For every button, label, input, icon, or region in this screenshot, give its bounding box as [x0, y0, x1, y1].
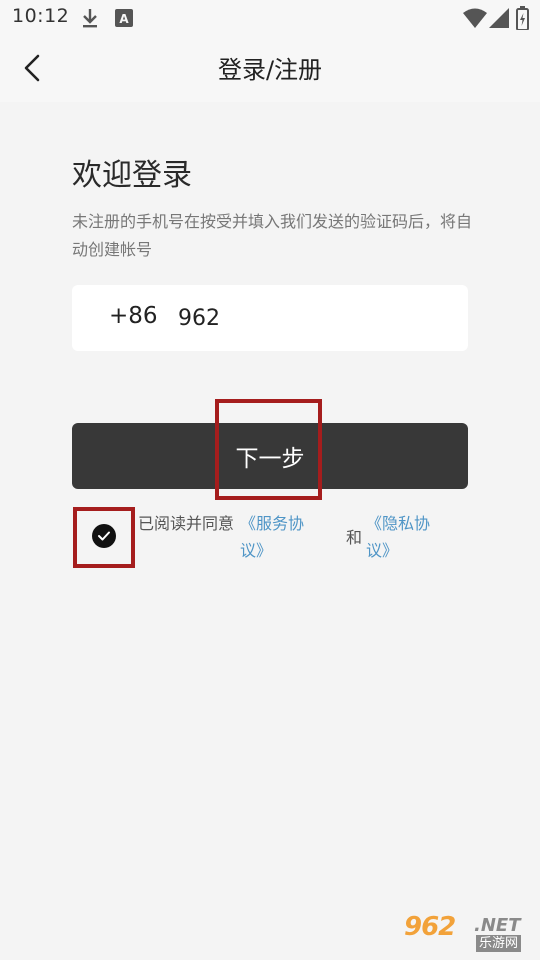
watermark-logo: 962 .NET 乐游网 — [400, 912, 536, 956]
next-step-button[interactable]: 下一步 — [72, 423, 468, 489]
and-text: 和 — [346, 528, 363, 547]
phone-field: +86 — [72, 285, 468, 351]
svg-text:A: A — [119, 12, 129, 26]
welcome-heading: 欢迎登录 — [72, 158, 192, 193]
status-time: 10:12 — [12, 5, 70, 27]
privacy-agreement-link[interactable]: 《隐私协议》 — [366, 510, 446, 564]
watermark-sub: 乐游网 — [476, 935, 522, 952]
battery-icon — [516, 6, 529, 34]
watermark-number: 962 — [404, 912, 456, 942]
login-screen: 10:12 A 登录/注册 欢迎登录 未注册的手机号在按受并填入我们发送的验证码… — [0, 0, 540, 960]
signal-icon — [489, 8, 509, 32]
keyboard-a-icon: A — [115, 9, 133, 31]
wifi-icon — [463, 8, 487, 32]
app-header: 登录/注册 — [0, 36, 540, 102]
agree-checkbox[interactable] — [92, 524, 116, 548]
check-icon — [98, 531, 110, 541]
watermark-net: .NET — [474, 915, 521, 936]
download-icon — [80, 7, 100, 33]
register-hint: 未注册的手机号在按受并填入我们发送的验证码后，将自动创建帐号 — [72, 212, 473, 259]
page-title: 登录/注册 — [217, 56, 323, 84]
service-agreement-link[interactable]: 《服务协议》 — [240, 510, 320, 564]
phone-input[interactable] — [178, 299, 448, 337]
agree-text: 已阅读并同意 — [138, 514, 235, 533]
country-code[interactable]: +86 — [109, 303, 158, 329]
status-bar: 10:12 A — [0, 0, 540, 36]
